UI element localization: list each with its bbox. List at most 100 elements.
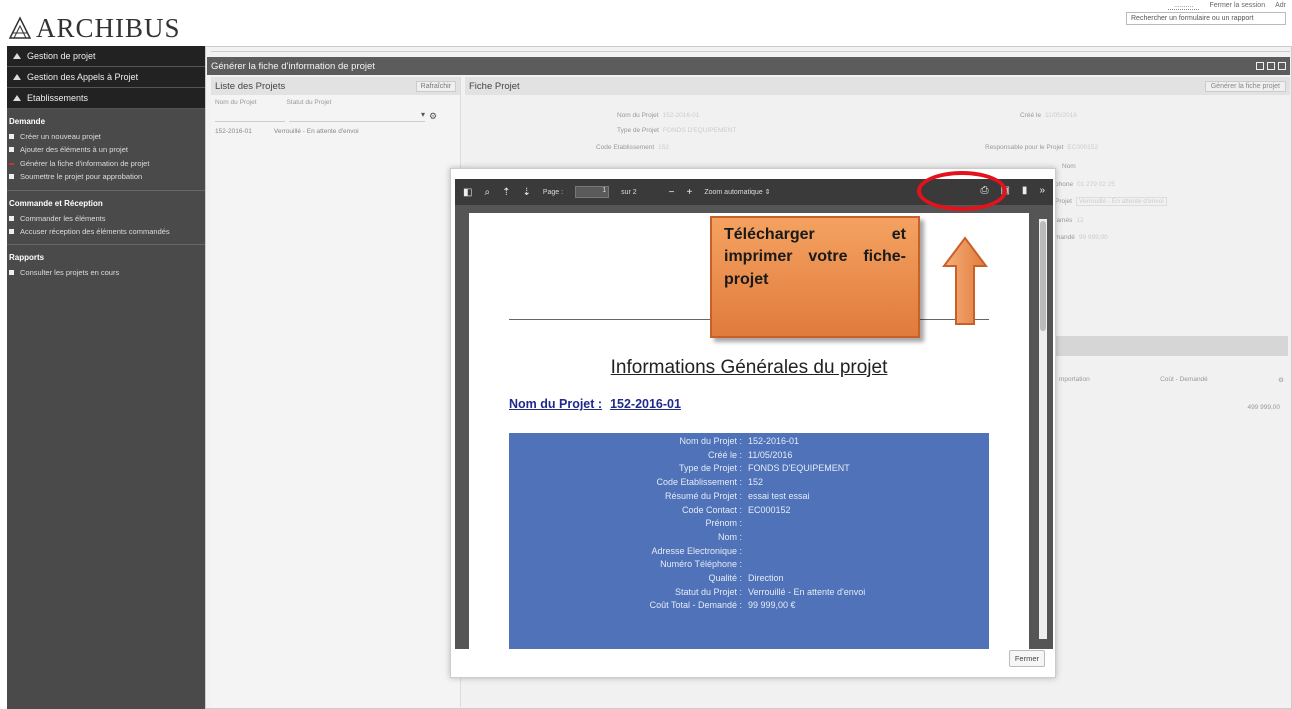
filter-gear-icon[interactable]: ⚙ bbox=[429, 111, 437, 122]
archibus-logo: ARCHIBUS bbox=[8, 8, 208, 48]
doc-info-value: 99 999,00 € bbox=[748, 600, 796, 611]
field-nom: Nom bbox=[1062, 163, 1076, 170]
previous-page-icon[interactable]: ⇡ bbox=[502, 187, 510, 198]
field-statut[interactable]: Projet Verrouillé - En attente d'envoi bbox=[1055, 197, 1167, 206]
filter-statut-select[interactable]: ▾ bbox=[289, 110, 425, 122]
next-page-icon[interactable]: ⇣ bbox=[522, 187, 530, 198]
doc-info-value bbox=[745, 531, 748, 545]
doc-info-value: 152 bbox=[748, 477, 764, 488]
doc-info-row: Type de Projet : FONDS D'EQUIPEMENT bbox=[509, 462, 989, 476]
doc-info-row: Nom du Projet : 152-2016-01 bbox=[509, 433, 989, 449]
refresh-button[interactable]: Rafraîchir bbox=[415, 80, 456, 92]
doc-info-value bbox=[745, 517, 748, 531]
maximize-icon[interactable] bbox=[1256, 62, 1264, 70]
project-list-panel: Liste des Projets Rafraîchir Nom du Proj… bbox=[211, 77, 461, 707]
highlight-ring bbox=[917, 171, 1007, 211]
user-short: Adr bbox=[1275, 2, 1286, 9]
sidebar-item-generer-fiche[interactable]: Générer la fiche d'information de projet bbox=[7, 157, 205, 170]
doc-info-key: Type de Projet : bbox=[678, 463, 742, 474]
window-tools bbox=[1256, 62, 1290, 70]
logout-link[interactable]: Fermer la session bbox=[1209, 2, 1265, 10]
doc-info-row: Nom : bbox=[509, 531, 989, 545]
doc-info-value: Direction bbox=[748, 573, 784, 584]
sidebar-item-ajouter-elements[interactable]: Ajouter des éléments à un projet bbox=[7, 143, 205, 156]
doc-info-row: Numéro Téléphone : bbox=[509, 558, 989, 572]
doc-info-key: Statut du Projet : bbox=[674, 586, 742, 597]
sidebar-section-commande: Commande et Réception bbox=[9, 198, 103, 208]
zoom-in-icon[interactable]: + bbox=[687, 187, 693, 198]
doc-info-key: Qualité : bbox=[708, 573, 742, 584]
zoom-select[interactable]: Zoom automatique ⇕ bbox=[704, 188, 770, 196]
field-nom-projet: Nom du Projet 152-2016-01 bbox=[617, 112, 700, 119]
project-list-columns: Nom du Projet Statut du Projet bbox=[211, 95, 460, 110]
sidebar-item-soumettre[interactable]: Soumettre le projet pour approbation bbox=[7, 170, 205, 183]
doc-info-box: Nom du Projet : 152-2016-01 Créé le : 11/05… bbox=[509, 433, 989, 649]
doc-project-name: Nom du Projet :152-2016-01 bbox=[509, 397, 681, 411]
instruction-callout: Télécharger et imprimer votre fiche-proj… bbox=[710, 216, 920, 338]
sidebar-group-gestion-projet[interactable]: Gestion de projet bbox=[7, 46, 205, 67]
scroll-thumb[interactable] bbox=[1040, 221, 1046, 331]
username: .......... bbox=[1168, 2, 1200, 10]
doc-info-value: 152-2016-01 bbox=[748, 436, 800, 446]
field-type-projet: Type de Projet FONDS D'EQUIPEMENT bbox=[617, 127, 737, 134]
doc-info-value: FONDS D'EQUIPEMENT bbox=[748, 463, 850, 474]
form-search-input[interactable]: Rechercher un formulaire ou un rapport bbox=[1126, 12, 1286, 25]
doc-info-key: Adresse Electronique : bbox=[651, 545, 742, 556]
column-header-statut[interactable]: Statut du Projet bbox=[287, 99, 332, 106]
up-arrow-icon bbox=[942, 236, 988, 325]
doc-info-row: Qualité : Direction bbox=[509, 572, 989, 586]
zoom-out-icon[interactable]: − bbox=[669, 187, 675, 198]
more-tools-icon[interactable]: » bbox=[1039, 185, 1045, 196]
cost-col-importation[interactable]: mportation bbox=[1059, 376, 1090, 384]
fiche-projet-title: Fiche Projet bbox=[469, 80, 520, 92]
generate-fiche-button[interactable]: Générer la fiche projet bbox=[1204, 80, 1286, 92]
sidebar-group-etablissements[interactable]: Etablissements bbox=[7, 88, 205, 109]
column-header-nom[interactable]: Nom du Projet bbox=[215, 99, 257, 106]
field-responsable: Responsable pour le Projet EC000152 bbox=[985, 144, 1099, 151]
doc-info-row: Adresse Electronique : bbox=[509, 545, 989, 559]
field-cree-le: Créé le 11/05/2016 bbox=[1020, 112, 1078, 119]
find-icon[interactable]: ⌕ bbox=[484, 187, 490, 198]
sidebar-group-appels[interactable]: Gestion des Appels à Projet bbox=[7, 67, 205, 88]
doc-info-value: 11/05/2016 bbox=[748, 449, 793, 460]
sidebar-item-accuser-reception[interactable]: Accuser réception des éléments commandés bbox=[7, 225, 205, 238]
bookmark-icon[interactable]: ▮ bbox=[1022, 185, 1028, 196]
active-marker-icon bbox=[9, 162, 14, 165]
doc-info-value: Verrouillé - En attente d'envoi bbox=[748, 586, 866, 597]
section-band bbox=[1055, 336, 1288, 356]
sidebar-item-consulter[interactable]: Consulter les projets en cours bbox=[7, 266, 205, 279]
page-number-input[interactable]: 1 bbox=[575, 186, 610, 198]
filter-nom-input[interactable] bbox=[215, 110, 285, 122]
doc-info-key: Numéro Téléphone : bbox=[660, 559, 742, 570]
doc-info-value: EC000152 bbox=[748, 504, 791, 515]
sidebar: Gestion de projet Gestion des Appels à P… bbox=[7, 46, 205, 709]
doc-info-row: Code Etablissement : 152 bbox=[509, 476, 989, 490]
print-icon[interactable] bbox=[1267, 62, 1275, 70]
doc-info-row: Prénom : bbox=[509, 517, 989, 531]
page-title: Générer la fiche d'information de projet bbox=[211, 60, 375, 72]
doc-info-value bbox=[745, 558, 748, 572]
bullet-icon bbox=[9, 134, 14, 139]
sidebar-item-commander[interactable]: Commander les éléments bbox=[7, 212, 205, 225]
expand-arrow-icon bbox=[13, 53, 21, 59]
doc-info-key: Créé le : bbox=[707, 449, 742, 460]
field-telephone: phone 01 279 02 25 bbox=[1055, 181, 1116, 188]
close-button[interactable]: Fermer bbox=[1008, 650, 1045, 667]
field-prenom: lamés 12 bbox=[1055, 217, 1084, 224]
cost-gear-icon[interactable]: ⚙ bbox=[1278, 376, 1284, 384]
field-demande: mandé 99 999,00 bbox=[1055, 234, 1108, 241]
doc-info-row: Code Contact : EC000152 bbox=[509, 504, 989, 518]
doc-info-row: Créé le : 11/05/2016 bbox=[509, 449, 989, 463]
field-code-etab: Code Etablissement 152 bbox=[596, 144, 670, 151]
pdf-scrollbar[interactable] bbox=[1039, 219, 1047, 639]
doc-info-key: Code Contact : bbox=[681, 504, 742, 515]
sidebar-item-creer-projet[interactable]: Créer un nouveau projet bbox=[7, 130, 205, 143]
cost-total: 499 999,00 bbox=[1247, 404, 1280, 411]
main-title-bar: Générer la fiche d'information de projet bbox=[207, 57, 1290, 75]
email-icon[interactable] bbox=[1278, 62, 1286, 70]
doc-info-row: Statut du Projet : Verrouillé - En attent… bbox=[509, 586, 989, 600]
table-row[interactable]: 152-2016-01 Verrouillé - En attente d'en… bbox=[211, 122, 460, 141]
sidebar-toggle-icon[interactable]: ◧ bbox=[463, 187, 472, 198]
bullet-icon bbox=[9, 228, 14, 234]
cost-col-demande[interactable]: Coût - Demandé bbox=[1160, 376, 1208, 384]
